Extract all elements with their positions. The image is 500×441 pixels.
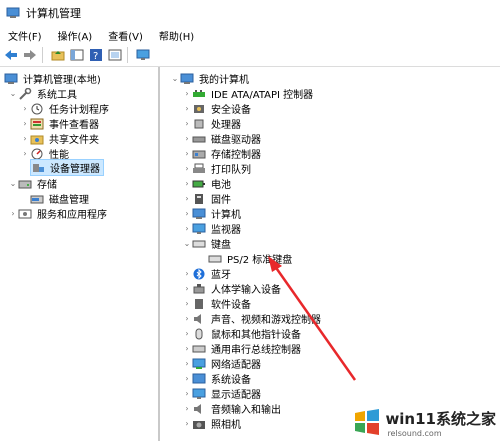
- watermark-url: relsound.com: [387, 429, 442, 438]
- annotation-arrow: [268, 256, 357, 381]
- watermark: win11系统之家 relsound.com: [353, 408, 496, 438]
- watermark-text: win11系统之家: [385, 410, 496, 428]
- windows-logo-icon: [353, 408, 381, 438]
